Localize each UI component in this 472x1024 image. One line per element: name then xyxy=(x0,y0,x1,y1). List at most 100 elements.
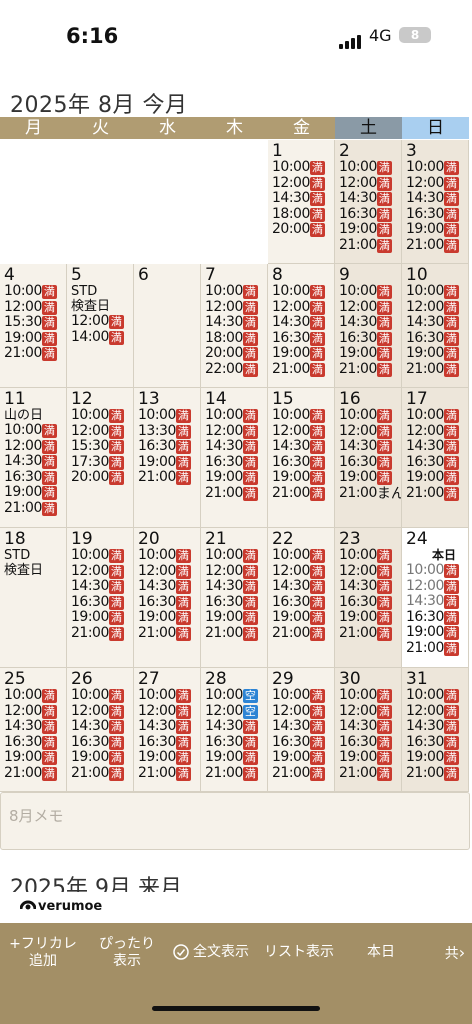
time-slot[interactable]: 21:00 満 xyxy=(67,625,133,642)
time-slot[interactable]: 12:00 満 xyxy=(67,563,133,580)
time-slot[interactable]: 16:30 満 xyxy=(335,734,401,751)
time-slot[interactable]: 12:00 満 xyxy=(335,423,401,440)
time-slot[interactable]: 12:00 満 xyxy=(268,563,334,580)
fit-view-button[interactable]: ぴったり 表示 xyxy=(90,936,164,970)
time-slot[interactable]: 16:30 満 xyxy=(201,454,267,471)
time-slot[interactable]: 21:00まん xyxy=(335,485,401,502)
time-slot[interactable]: 14:30 満 xyxy=(201,578,267,595)
time-slot[interactable]: 14:30 満 xyxy=(268,438,334,455)
time-slot[interactable]: 12:00 満 xyxy=(201,299,267,316)
time-slot[interactable]: 14:30 満 xyxy=(268,718,334,735)
time-slot[interactable]: 19:00 満 xyxy=(67,609,133,626)
time-slot[interactable]: 10:00 満 xyxy=(335,547,401,564)
day-cell[interactable]: 23 10:00 満 12:00 満 14:30 満 16:30 満 19:00 満 21:00 満 xyxy=(335,528,402,668)
time-slot[interactable]: 10:00 満 xyxy=(134,547,200,564)
time-slot[interactable]: 16:30 満 xyxy=(268,330,334,347)
time-slot[interactable]: 19:00 満 xyxy=(201,469,267,486)
time-slot[interactable]: 14:30 満 xyxy=(402,438,468,455)
time-slot[interactable]: 19:00 満 xyxy=(402,624,468,641)
time-slot[interactable]: 21:00 満 xyxy=(134,765,200,782)
time-slot[interactable]: 21:00 満 xyxy=(67,765,133,782)
day-cell[interactable]: 21 10:00 満 12:00 満 14:30 満 16:30 満 19:00 満 21:00 満 xyxy=(201,528,268,668)
time-slot[interactable]: 10:00 満 xyxy=(201,283,267,300)
time-slot[interactable]: 14:30 満 xyxy=(0,718,66,735)
day-cell[interactable]: 10 10:00 満 12:00 満 14:30 満 16:30 満 19:00 満 21:00 満 xyxy=(402,264,469,388)
time-slot[interactable]: 12:00 満 xyxy=(335,299,401,316)
day-cell[interactable]: 28 10:00 空 12:00 空 14:30 満 16:30 満 19:00 満 21:00 満 xyxy=(201,668,268,792)
time-slot[interactable]: 21:00 満 xyxy=(268,625,334,642)
time-slot[interactable]: 14:00 満 xyxy=(67,329,133,346)
time-slot[interactable]: 16:30 満 xyxy=(201,594,267,611)
list-view-button[interactable]: リスト表示 xyxy=(258,944,340,961)
time-slot[interactable]: 14:30 満 xyxy=(335,438,401,455)
time-slot[interactable]: 19:00 満 xyxy=(402,221,468,238)
day-cell[interactable]: 17 10:00 満 12:00 満 14:30 満 16:30 満 19:00 満 21:00 満 xyxy=(402,388,469,528)
day-cell[interactable]: 7 10:00 満 12:00 満 14:30 満 18:00 満 20:00 満 22:00 満 xyxy=(201,264,268,388)
time-slot[interactable]: 14:30 満 xyxy=(201,438,267,455)
day-cell[interactable]: 14 10:00 満 12:00 満 14:30 満 16:30 満 19:00 満 21:00 満 xyxy=(201,388,268,528)
day-cell[interactable]: 4 10:00 満 12:00 満 15:30 満 19:00 満 21:00 満 xyxy=(0,264,67,388)
day-cell[interactable]: 13 10:00 満 13:30 満 16:30 満 19:00 満 21:00 満 xyxy=(134,388,201,528)
time-slot[interactable]: 12:00 満 xyxy=(402,175,468,192)
time-slot[interactable]: 21:00 満 xyxy=(268,361,334,378)
time-slot[interactable]: 19:00 満 xyxy=(0,749,66,766)
time-slot[interactable]: 16:30 満 xyxy=(335,206,401,223)
time-slot[interactable]: 10:00 満 xyxy=(268,547,334,564)
time-slot[interactable]: 17:30 満 xyxy=(67,454,133,471)
time-slot[interactable]: 10:00 満 xyxy=(335,407,401,424)
time-slot[interactable]: 10:00 空 xyxy=(201,687,267,704)
day-cell[interactable]: 15 10:00 満 12:00 満 14:30 満 16:30 満 19:00 満 21:00 満 xyxy=(268,388,335,528)
day-cell[interactable]: 27 10:00 満 12:00 満 14:30 満 16:30 満 19:00 満 21:00 満 xyxy=(134,668,201,792)
time-slot[interactable]: 14:30 満 xyxy=(335,314,401,331)
time-slot[interactable]: 21:00 満 xyxy=(402,765,468,782)
time-slot[interactable]: 21:00 満 xyxy=(335,237,401,254)
time-slot[interactable]: 12:00 満 xyxy=(0,703,66,720)
day-cell[interactable]: 31 10:00 満 12:00 満 14:30 満 16:30 満 19:00 満 21:00 満 xyxy=(402,668,469,792)
time-slot[interactable]: 19:00 満 xyxy=(134,454,200,471)
time-slot[interactable]: 16:30 満 xyxy=(134,438,200,455)
time-slot[interactable]: 10:00 満 xyxy=(268,407,334,424)
time-slot[interactable]: 12:00 満 xyxy=(134,703,200,720)
time-slot[interactable]: 19:00 満 xyxy=(402,469,468,486)
today-button[interactable]: 本日 xyxy=(356,944,406,961)
time-slot[interactable]: 12:00 満 xyxy=(335,703,401,720)
time-slot[interactable]: 16:30 満 xyxy=(134,734,200,751)
time-slot[interactable]: 10:00 満 xyxy=(67,407,133,424)
time-slot[interactable]: 16:30 満 xyxy=(67,734,133,751)
time-slot[interactable]: 12:00 満 xyxy=(201,563,267,580)
time-slot[interactable]: 21:00 満 xyxy=(134,469,200,486)
time-slot[interactable]: 21:00 満 xyxy=(201,625,267,642)
time-slot[interactable]: 21:00 満 xyxy=(335,625,401,642)
time-slot[interactable]: 21:00 満 xyxy=(0,765,66,782)
time-slot[interactable]: 12:00 満 xyxy=(67,313,133,330)
time-slot[interactable]: 14:30 満 xyxy=(335,578,401,595)
time-slot[interactable]: 12:00 満 xyxy=(134,563,200,580)
time-slot[interactable]: 16:30 満 xyxy=(335,594,401,611)
time-slot[interactable]: 14:30 満 xyxy=(335,718,401,735)
time-slot[interactable]: 21:00 満 xyxy=(335,765,401,782)
time-slot[interactable]: 12:00 満 xyxy=(335,175,401,192)
time-slot[interactable]: 21:00 満 xyxy=(402,485,468,502)
time-slot[interactable]: 12:00 満 xyxy=(402,299,468,316)
time-slot[interactable]: 12:00 満 xyxy=(0,438,66,455)
time-slot[interactable]: 21:00 満 xyxy=(0,500,66,517)
day-cell[interactable]: 30 10:00 満 12:00 満 14:30 満 16:30 満 19:00 満 21:00 満 xyxy=(335,668,402,792)
time-slot[interactable]: 19:00 満 xyxy=(134,749,200,766)
time-slot[interactable]: 19:00 満 xyxy=(402,749,468,766)
time-slot[interactable]: 12:00 満 xyxy=(268,299,334,316)
day-cell[interactable]: 5 STD 検査日 12:00 満 14:00 満 xyxy=(67,264,134,388)
time-slot[interactable]: 21:00 満 xyxy=(402,640,468,657)
month-memo[interactable]: 8月メモ xyxy=(0,792,470,850)
time-slot[interactable]: 10:00 満 xyxy=(268,283,334,300)
time-slot[interactable]: 21:00 満 xyxy=(335,361,401,378)
time-slot[interactable]: 19:00 満 xyxy=(201,609,267,626)
time-slot[interactable]: 16:30 満 xyxy=(268,734,334,751)
time-slot[interactable]: 19:00 満 xyxy=(268,609,334,626)
time-slot[interactable]: 19:00 満 xyxy=(335,345,401,362)
time-slot[interactable]: 10:00 満 xyxy=(335,159,401,176)
time-slot[interactable]: 19:00 満 xyxy=(268,469,334,486)
time-slot[interactable]: 14:30 満 xyxy=(67,718,133,735)
day-cell[interactable]: 24 本日 10:00 満 12:00 満 14:30 満 16:30 満 19:00 満 21:00 満 xyxy=(402,528,469,668)
time-slot[interactable]: 14:30 満 xyxy=(0,453,66,470)
time-slot[interactable]: 10:00 満 xyxy=(0,687,66,704)
